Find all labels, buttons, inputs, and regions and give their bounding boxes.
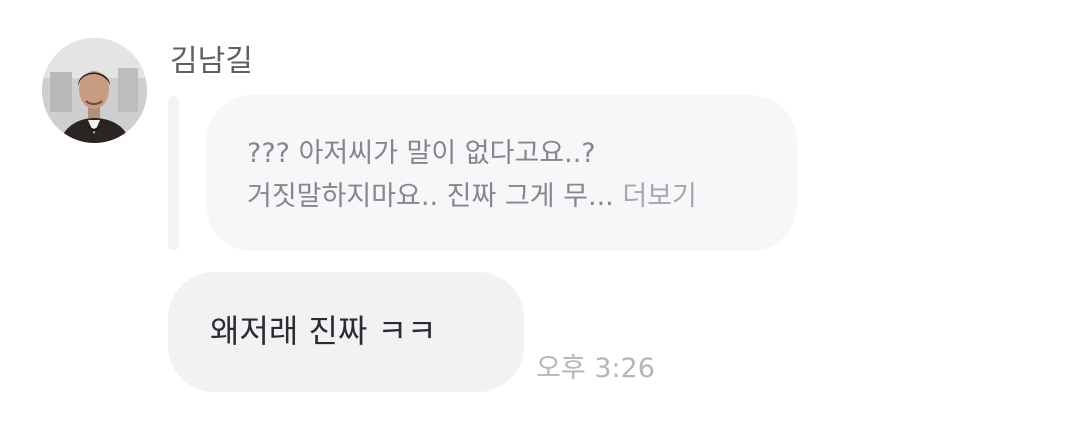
quoted-text-line-2-text: 거짓말하지마요.. 진짜 그게 무...	[247, 181, 614, 212]
quoted-text-line-1: ??? 아저씨가 말이 없다고요..?	[247, 138, 596, 169]
sender-name: 김남길	[170, 44, 253, 79]
quote-indicator-bar	[168, 96, 179, 250]
chat-message-group: 김남길 ??? 아저씨가 말이 없다고요..? 거짓말하지마요.. 진짜 그게 …	[0, 0, 1080, 426]
profile-photo	[42, 38, 147, 143]
quoted-text-line-2: 거짓말하지마요.. 진짜 그게 무... 더보기	[247, 177, 697, 217]
avatar[interactable]	[42, 38, 147, 143]
message-timestamp: 오후 3:26	[536, 353, 655, 384]
more-link[interactable]: 더보기	[622, 181, 697, 212]
message-text: 왜저래 진짜 ㅋㅋ	[210, 312, 437, 350]
